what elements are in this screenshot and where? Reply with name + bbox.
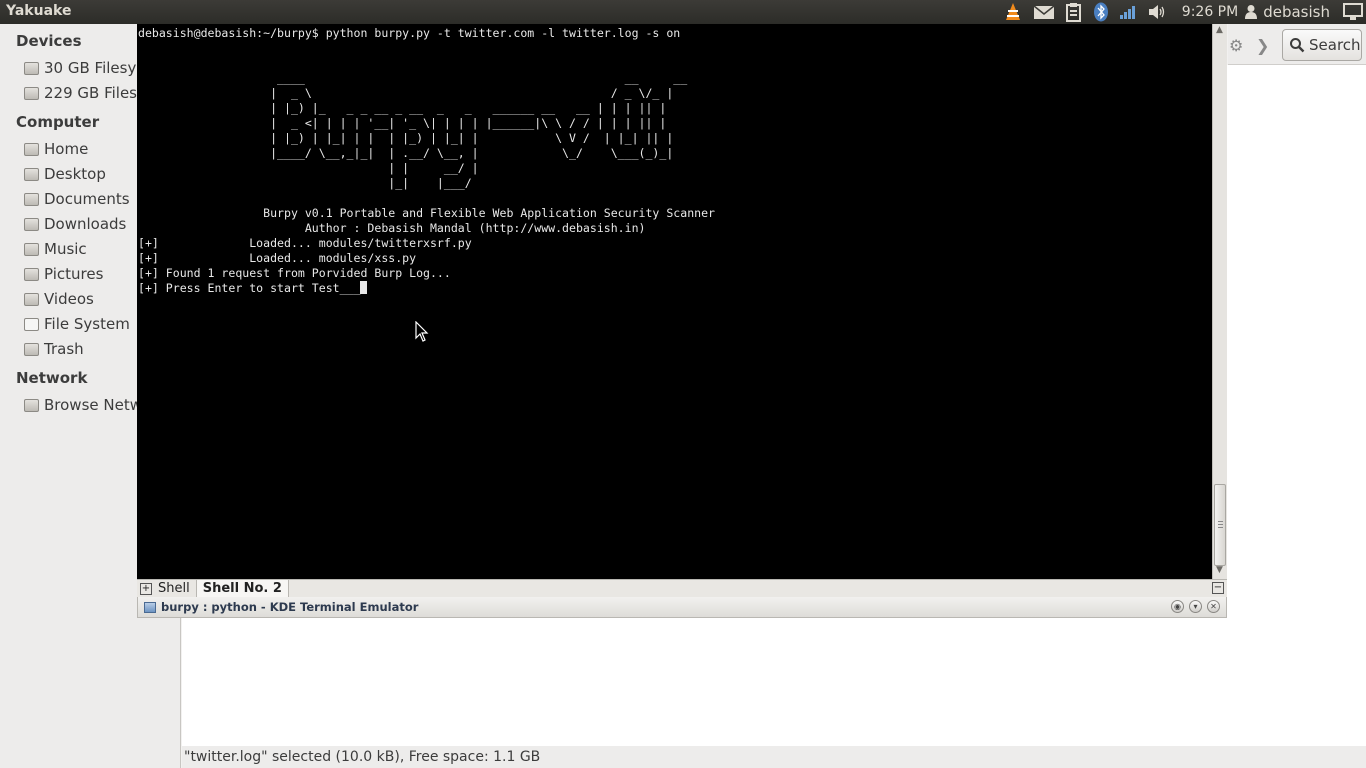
- terminal-line: [+] Loaded... modules/twitterxsrf.py: [138, 236, 472, 250]
- scroll-up-icon[interactable]: ▲: [1216, 25, 1223, 35]
- scroll-down-icon[interactable]: ▼: [1216, 565, 1223, 575]
- drive-icon: [24, 61, 39, 75]
- ascii-banner-line: |____/ \__,_|_| | .__/ \__, | \_/ \___(_…: [138, 146, 674, 160]
- tab-shell-no-2[interactable]: Shell No. 2: [195, 579, 289, 598]
- ascii-banner-line: | | __/ |: [138, 161, 479, 175]
- sidebar-item-label: Documents: [44, 190, 130, 208]
- terminal-window-icon: [144, 601, 156, 613]
- terminal-scrollbar[interactable]: ▲ ▼: [1212, 24, 1227, 579]
- network-icon: [24, 398, 39, 412]
- terminal-view[interactable]: debasish@debasish:~/burpy$ python burpy.…: [137, 24, 1227, 579]
- ascii-banner-line: |_| |___/: [138, 176, 472, 190]
- network-header: Network: [16, 369, 88, 387]
- sidebar-item-downloads[interactable]: Downloads: [24, 213, 126, 235]
- keep-open-icon[interactable]: ◉: [1171, 600, 1184, 613]
- user-icon: [1245, 5, 1258, 19]
- volume-icon[interactable]: [1147, 0, 1167, 24]
- trash-icon: [24, 342, 39, 356]
- sidebar-item-videos[interactable]: Videos: [24, 288, 94, 310]
- devices-header: Devices: [16, 32, 82, 50]
- sidebar-item-browse-network[interactable]: Browse Netw: [24, 394, 142, 416]
- search-label: Search: [1309, 36, 1361, 54]
- computer-header: Computer: [16, 113, 100, 131]
- sidebar-item-desktop[interactable]: Desktop: [24, 163, 106, 185]
- user-name: debasish: [1263, 3, 1330, 21]
- sidebar-item-label: File System: [44, 315, 130, 333]
- indicator-area: 9:26 PM debasish: [998, 0, 1366, 24]
- sidebar-item-label: Pictures: [44, 265, 104, 283]
- sidebar-item-music[interactable]: Music: [24, 238, 87, 260]
- sidebar-item-label: Videos: [44, 290, 94, 308]
- drive-icon: [24, 86, 39, 100]
- network-signal-icon[interactable]: [1119, 0, 1137, 24]
- ascii-banner-line: | _ <| | | | '__| '_ \| | | | |______|\ …: [138, 116, 667, 130]
- display-icon[interactable]: [1343, 0, 1363, 24]
- user-menu[interactable]: debasish: [1244, 3, 1330, 21]
- terminal-output: debasish@debasish:~/burpy$ python burpy.…: [138, 26, 715, 296]
- forward-icon[interactable]: ❯: [1256, 36, 1269, 55]
- ascii-banner-line: ____ __ __: [138, 71, 688, 85]
- terminal-line: [+] Press Enter to start Test___: [138, 281, 361, 295]
- terminal-line: Burpy v0.1 Portable and Flexible Web App…: [138, 206, 716, 220]
- terminal-title-bar: burpy : python - KDE Terminal Emulator ◉…: [137, 597, 1227, 618]
- sidebar-item-label: 229 GB Files…: [44, 84, 152, 102]
- tab-bar: + Shell Shell No. 2 −: [137, 579, 1227, 598]
- mail-icon[interactable]: [1033, 0, 1055, 24]
- nav-settings-icon[interactable]: ⚙: [1229, 36, 1243, 55]
- folder-icon: [24, 267, 39, 281]
- home-folder-icon: [24, 142, 39, 156]
- status-bar: "twitter.log" selected (10.0 kB), Free s…: [182, 746, 1366, 768]
- app-title: Yakuake: [6, 3, 72, 19]
- ascii-banner-line: | _ \ / _ \/_ |: [138, 86, 674, 100]
- close-tab-button[interactable]: −: [1212, 582, 1224, 594]
- close-icon[interactable]: ✕: [1207, 600, 1220, 613]
- tab-shell[interactable]: Shell: [152, 580, 196, 598]
- folder-icon: [24, 192, 39, 206]
- sidebar-item-label: Home: [44, 140, 89, 158]
- terminal-line: [+] Found 1 request from Porvided Burp L…: [138, 266, 451, 280]
- search-icon: [1290, 38, 1305, 53]
- folder-icon: [24, 217, 39, 231]
- sidebar-item-file-system[interactable]: File System: [24, 313, 130, 335]
- sidebar-item-label: Downloads: [44, 215, 127, 233]
- top-panel: Yakuake 9:26 PM debasish: [0, 0, 1366, 24]
- sidebar-item-label: Desktop: [44, 165, 106, 183]
- sidebar-item-label: Music: [44, 240, 87, 258]
- folder-icon: [24, 292, 39, 306]
- sidebar-item-home[interactable]: Home: [24, 138, 88, 160]
- folder-icon: [24, 242, 39, 256]
- sidebar-item-device-1[interactable]: 30 GB Filesy…: [24, 57, 151, 79]
- terminal-line: debasish@debasish:~/burpy$ python burpy.…: [138, 26, 681, 40]
- sidebar-item-label: 30 GB Filesy…: [44, 59, 152, 77]
- clock[interactable]: 9:26 PM: [1182, 4, 1238, 20]
- clipboard-icon[interactable]: [1065, 0, 1083, 24]
- menu-dropdown-icon[interactable]: ▾: [1189, 600, 1202, 613]
- terminal-line: [+] Loaded... modules/xss.py: [138, 251, 417, 265]
- sidebar-item-label: Trash: [44, 340, 84, 358]
- sidebar-item-trash[interactable]: Trash: [24, 338, 84, 360]
- sidebar-item-documents[interactable]: Documents: [24, 188, 130, 210]
- file-system-icon: [24, 317, 39, 331]
- sidebar-item-pictures[interactable]: Pictures: [24, 263, 103, 285]
- sidebar-item-device-2[interactable]: 229 GB Files…: [24, 82, 152, 104]
- vlc-icon[interactable]: [1003, 0, 1023, 24]
- ascii-banner-line: | |_) | |_| | | | |_) | |_| | \ V / | |_…: [138, 131, 674, 145]
- window-title: burpy : python - KDE Terminal Emulator: [161, 600, 419, 614]
- mouse-pointer-icon: [415, 321, 429, 342]
- ascii-banner-line: | |_) |_ _ _ __ _ __ _ _ ______ __ __ | …: [138, 101, 667, 115]
- terminal-line: Author : Debasish Mandal (http://www.deb…: [138, 221, 646, 235]
- terminal-cursor: [360, 281, 368, 294]
- search-button[interactable]: Search: [1282, 29, 1362, 61]
- sidebar-item-label: Browse Netw: [44, 396, 142, 414]
- new-tab-button[interactable]: +: [140, 582, 152, 595]
- scrollbar-thumb[interactable]: [1214, 484, 1226, 566]
- folder-icon: [24, 167, 39, 181]
- bluetooth-icon[interactable]: [1093, 0, 1109, 24]
